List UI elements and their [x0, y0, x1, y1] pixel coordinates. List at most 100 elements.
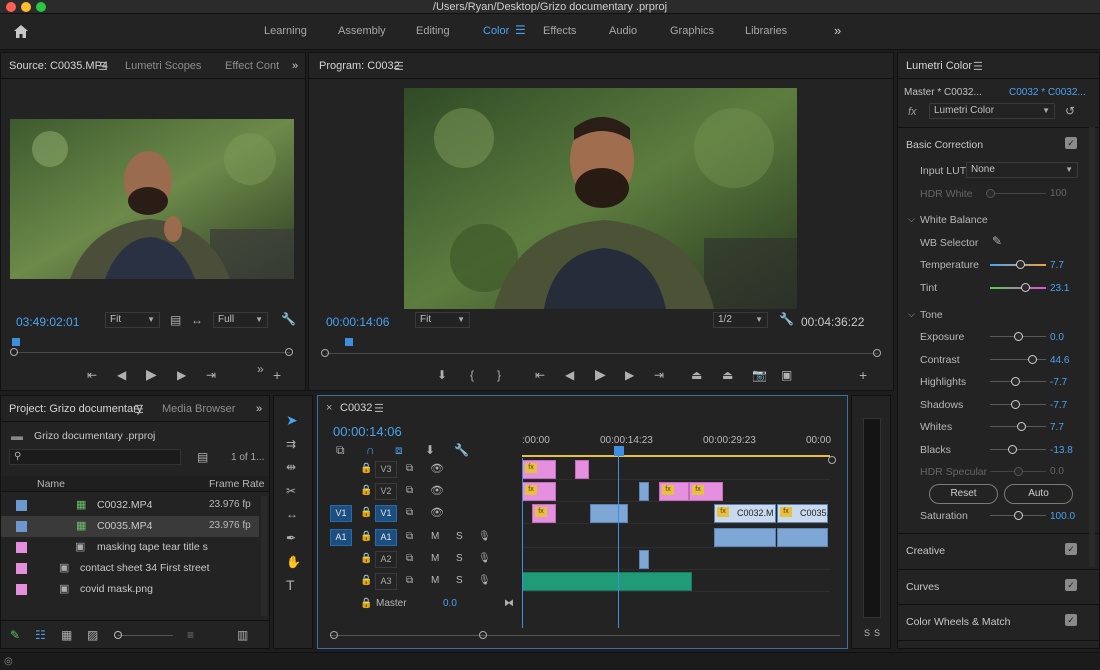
tone-heading[interactable]: Tone [920, 309, 943, 321]
razor-tool-icon[interactable]: ✂ [286, 485, 296, 497]
temperature-knob[interactable] [1016, 260, 1025, 269]
lock-icon[interactable]: 🔒 [360, 507, 372, 519]
source-timecode[interactable]: 03:49:02:01 [16, 315, 79, 329]
contrast-value[interactable]: 44.6 [1050, 355, 1069, 366]
project-item[interactable]: ▣ masking tape tear title s [1, 537, 259, 558]
workspace-graphics[interactable]: Graphics [670, 25, 714, 37]
mute-toggle[interactable]: M [431, 531, 439, 542]
solo-toggle[interactable]: S [456, 575, 463, 586]
program-timecode[interactable]: 00:00:14:06 [326, 315, 389, 329]
eyedropper-icon[interactable]: ✎ [992, 235, 1002, 247]
source-scrubber[interactable] [16, 352, 290, 353]
more-tabs-icon[interactable]: » [292, 60, 298, 72]
add-button-icon[interactable]: + [859, 368, 867, 382]
shadows-value[interactable]: -7.7 [1050, 400, 1067, 411]
eye-icon[interactable]: 👁 [430, 463, 444, 475]
basic-correction-checkbox[interactable]: ✓ [1065, 137, 1077, 149]
new-bin-icon[interactable]: ▤ [197, 451, 208, 463]
lock-icon[interactable]: 🔒 [360, 531, 372, 543]
source-start-handle[interactable] [10, 348, 18, 356]
workspace-color[interactable]: Color [483, 25, 509, 37]
program-zoom-select[interactable]: Fit ▼ [415, 312, 470, 328]
timeline-clip[interactable] [714, 528, 776, 547]
basic-correction-heading[interactable]: Basic Correction [906, 139, 983, 151]
play-icon[interactable]: ▶ [595, 367, 606, 381]
microphone-icon[interactable]: 🎙 [478, 553, 491, 565]
timeline-clip[interactable]: fx [659, 482, 689, 501]
section-checkbox[interactable]: ✓ [1065, 614, 1077, 626]
timeline-timecode[interactable]: 00:00:14:06 [333, 424, 402, 439]
blacks-value[interactable]: -13.8 [1050, 445, 1073, 456]
slip-tool-icon[interactable]: ↔ [286, 508, 298, 520]
time-ruler[interactable]: :00:00 00:00:14:23 00:00:29:23 00:00 [522, 432, 831, 458]
lock-icon[interactable]: 🔒 [360, 575, 372, 587]
master-clip-label[interactable]: Master * C0032... [904, 87, 982, 98]
solo-toggle[interactable]: S [456, 553, 463, 564]
col-frame-rate[interactable]: Frame Rate [209, 478, 264, 490]
hdr-white-knob[interactable] [986, 189, 995, 198]
master-volume[interactable]: 0.0 [443, 598, 457, 609]
timeline-clip[interactable]: fx [689, 482, 723, 501]
mute-toggle[interactable]: M [431, 553, 439, 564]
track-target-v2[interactable]: V2 [375, 483, 397, 500]
microphone-icon[interactable]: 🎙 [478, 575, 491, 587]
mute-toggle[interactable]: M [431, 575, 439, 586]
lumetri-title[interactable]: Lumetri Color [906, 60, 972, 72]
more-buttons-icon[interactable]: » [257, 363, 264, 375]
close-sequence-icon[interactable]: × [326, 402, 332, 414]
pen-tool-icon[interactable]: ✒ [286, 532, 296, 544]
hand-tool-icon[interactable]: ✋ [286, 556, 301, 568]
type-tool-icon[interactable]: T [286, 578, 295, 592]
source-zoom-select[interactable]: Fit ▼ [105, 312, 160, 328]
lock-icon[interactable]: 🔒 [360, 598, 372, 610]
temperature-value[interactable]: 7.7 [1050, 260, 1064, 271]
hdr-white-slider[interactable] [990, 193, 1046, 194]
source-patch-a1[interactable]: A1 [330, 529, 352, 546]
timeline-vscroll-top[interactable] [828, 456, 836, 464]
workspace-learning[interactable]: Learning [264, 25, 307, 37]
comparison-view-icon[interactable]: ▣ [781, 369, 792, 381]
project-menu-icon[interactable]: ☰ [134, 403, 144, 416]
step-back-icon[interactable]: ◀ [117, 369, 126, 381]
more-tabs-icon[interactable]: » [256, 403, 262, 415]
timeline-clip[interactable] [575, 460, 589, 479]
timeline-hscroll-right[interactable] [479, 631, 487, 639]
highlights-knob[interactable] [1011, 377, 1021, 386]
go-to-out-icon[interactable]: ⇥ [206, 369, 216, 381]
workspace-assembly[interactable]: Assembly [338, 25, 386, 37]
track-select-tool-icon[interactable]: ⇉ [286, 438, 296, 450]
lock-icon[interactable]: 🔒 [360, 463, 372, 475]
auto-button[interactable]: Auto [1004, 484, 1073, 504]
timeline-clip[interactable]: fx [522, 460, 556, 479]
nest-icon[interactable]: ⧉ [336, 444, 345, 456]
highlights-value[interactable]: -7.7 [1050, 377, 1067, 388]
program-end-handle[interactable] [873, 349, 881, 357]
tone-chevron-icon[interactable]: ⌵ [908, 309, 915, 320]
reset-button[interactable]: Reset [929, 484, 998, 504]
lock-icon[interactable]: 🔒 [360, 485, 372, 497]
timeline-hscroll[interactable] [330, 635, 840, 636]
track-target-a1[interactable]: A1 [375, 529, 397, 546]
project-scrollbar[interactable] [261, 496, 267, 616]
sort-icon[interactable]: ≡ [187, 629, 194, 641]
contrast-slider[interactable] [990, 358, 1046, 360]
timeline-clip[interactable]: fx [522, 482, 556, 501]
go-to-edit-icon[interactable]: ⧓ [504, 598, 514, 610]
timeline-clip[interactable] [639, 550, 649, 569]
project-item[interactable]: ▣ covid mask.png [1, 579, 259, 600]
hdr-specular-knob[interactable] [1014, 467, 1023, 476]
pencil-icon[interactable]: ✎ [10, 629, 20, 641]
exposure-knob[interactable] [1014, 332, 1023, 341]
source-menu-icon[interactable]: ☰ [98, 60, 108, 73]
reset-effect-icon[interactable]: ↺ [1065, 105, 1075, 117]
linked-selection-icon[interactable]: ⧈ [395, 444, 403, 456]
workspace-audio[interactable]: Audio [609, 25, 637, 37]
go-to-out-icon[interactable]: ⇥ [654, 369, 664, 381]
track-target-v3[interactable]: V3 [375, 461, 397, 478]
zoom-slider-knob[interactable] [114, 631, 122, 639]
go-to-in-icon[interactable]: ⇤ [87, 369, 97, 381]
exposure-value[interactable]: 0.0 [1050, 332, 1064, 343]
tab-project[interactable]: Project: Grizo documentary [9, 403, 142, 415]
workspace-libraries[interactable]: Libraries [745, 25, 787, 37]
sync-lock-icon[interactable]: ⧉ [406, 507, 413, 519]
